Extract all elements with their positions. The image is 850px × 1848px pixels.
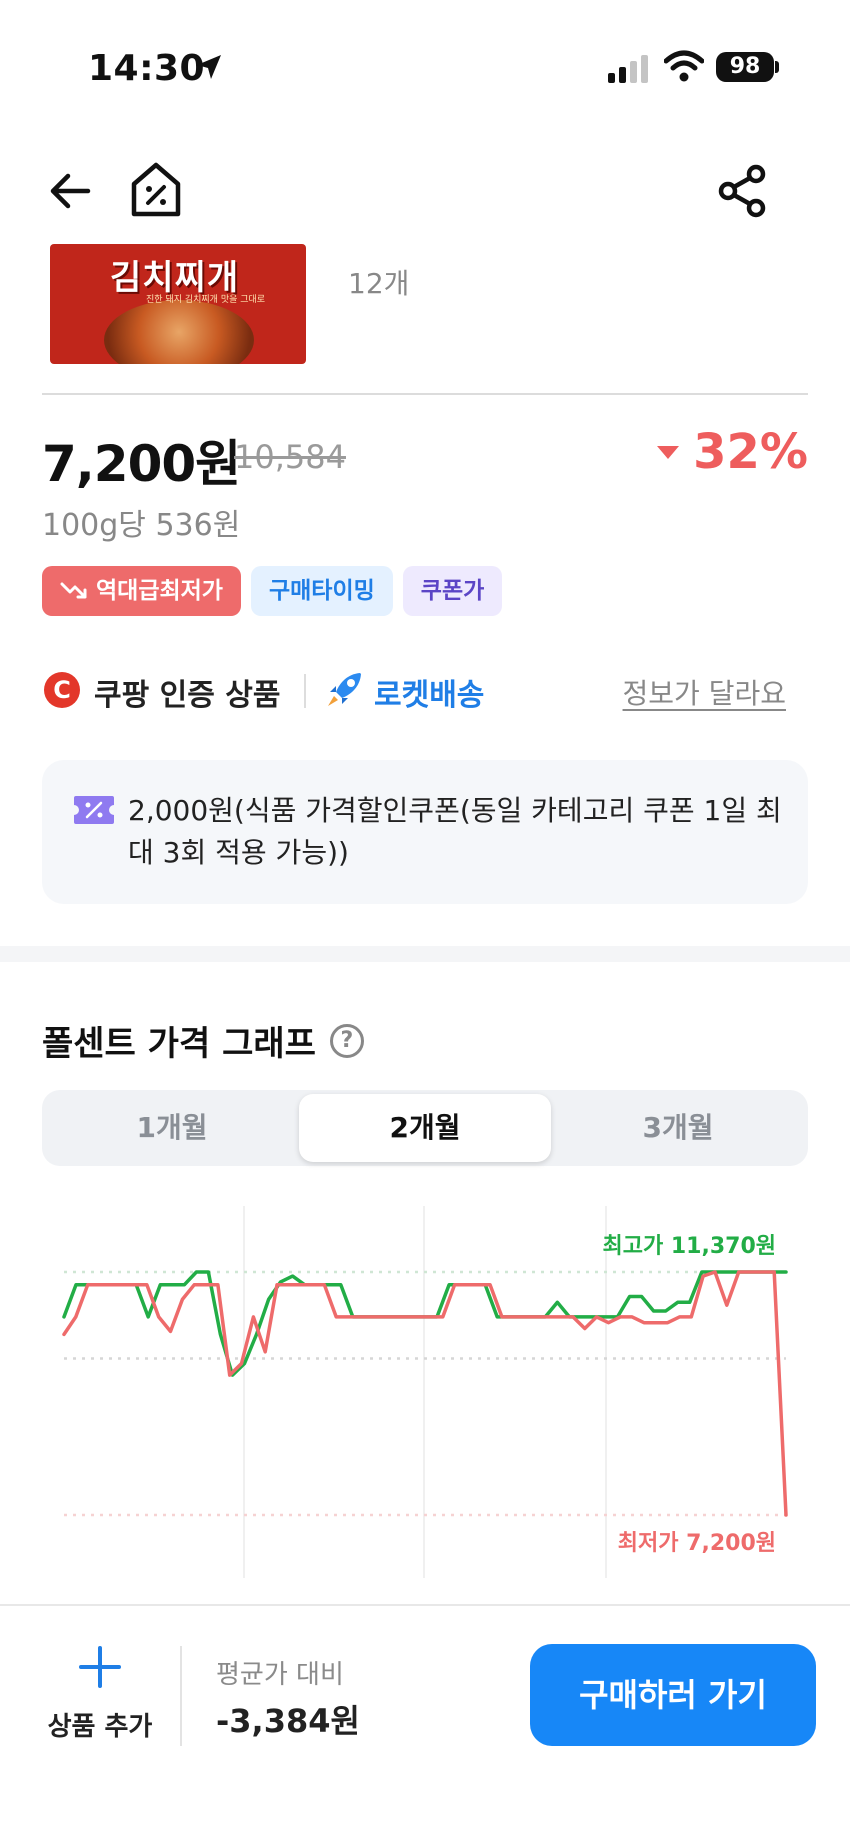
price-graph-title: 폴센트 가격 그래프 ?	[42, 1016, 364, 1065]
discount-rate: 32%	[657, 424, 808, 480]
back-arrow-icon[interactable]	[48, 168, 94, 214]
noodle-bowl-image	[104, 300, 254, 364]
tab-1-month[interactable]: 1개월	[46, 1094, 298, 1162]
battery-indicator: 98	[716, 52, 774, 82]
price-chart: 최고가 11,370원 최저가 7,200원	[0, 1200, 850, 1580]
top-navigation	[0, 150, 850, 234]
wifi-icon	[664, 50, 704, 82]
average-compare-value: -3,384원	[216, 1702, 360, 1740]
coupon-ticket-icon	[74, 796, 114, 824]
tag-coupon-price: 쿠폰가	[402, 566, 503, 616]
plus-icon	[79, 1646, 121, 1688]
share-icon[interactable]	[718, 164, 768, 218]
vertical-divider	[304, 674, 306, 708]
product-image[interactable]: 김치찌개 진한 돼지 김치찌개 맛을 그대로	[50, 244, 306, 364]
battery-cap	[775, 61, 779, 73]
status-bar: 14:30 98	[0, 0, 850, 140]
price-series-line-2	[62, 1270, 788, 1517]
help-icon[interactable]: ?	[329, 1023, 364, 1058]
bottom-action-bar: 상품 추가 평균가 대비 -3,384원 구매하러 가기	[0, 1604, 850, 1848]
status-time: 14:30	[88, 48, 206, 89]
product-image-subtitle: 진한 돼지 김치찌개 맛을 그대로	[146, 295, 266, 305]
vertical-divider	[180, 1646, 182, 1746]
add-product-label: 상품 추가	[47, 1712, 153, 1742]
graph-title-text: 폴센트 가격 그래프	[42, 1024, 316, 1064]
tag-label: 역대급최저가	[96, 578, 223, 604]
tag-lowest-price: 역대급최저가	[42, 566, 241, 616]
discount-percent: 32%	[693, 424, 808, 480]
rocket-delivery-label: 로켓배송	[374, 678, 485, 713]
coupon-description: 2,000원(식품 가격할인쿠폰(동일 카테고리 쿠폰 1일 최대 3회 적용 …	[128, 794, 782, 869]
verified-product-label: 쿠팡 인증 상품	[94, 678, 281, 713]
trend-down-icon	[60, 582, 87, 599]
divider	[42, 393, 808, 395]
original-price: 10,584	[234, 438, 346, 476]
cellular-signal-icon	[608, 55, 648, 83]
tag-label: 구매타이밍	[268, 578, 375, 604]
coupon-info-box: 2,000원(식품 가격할인쿠폰(동일 카테고리 쿠폰 1일 최대 3회 적용 …	[42, 760, 808, 904]
unit-price: 100g당 536원	[42, 508, 241, 543]
add-product-button[interactable]: 상품 추가	[30, 1646, 170, 1756]
coupang-logo-icon: C	[44, 672, 80, 708]
rocket-icon	[328, 673, 361, 706]
down-triangle-icon	[657, 445, 680, 459]
location-arrow-icon	[197, 55, 221, 79]
tab-3-months[interactable]: 3개월	[552, 1094, 804, 1162]
period-tab-group: 1개월 2개월 3개월	[42, 1090, 808, 1166]
home-sale-icon[interactable]	[128, 160, 184, 220]
tab-2-months[interactable]: 2개월	[299, 1094, 551, 1162]
max-price-label: 최고가 11,370원	[602, 1234, 776, 1259]
section-separator	[0, 946, 850, 962]
report-wrong-info-link[interactable]: 정보가 달라요	[623, 672, 786, 712]
tag-purchase-timing: 구매타이밍	[250, 566, 393, 616]
current-price: 7,200원	[42, 435, 241, 493]
seller-info-row: C 쿠팡 인증 상품 로켓배송 정보가 달라요	[42, 664, 808, 714]
average-compare-label: 평균가 대비	[216, 1660, 344, 1690]
product-quantity: 12개	[348, 267, 410, 300]
price-tags: 역대급최저가 구매타이밍 쿠폰가	[42, 566, 503, 616]
buy-button[interactable]: 구매하러 가기	[530, 1644, 816, 1746]
tag-label: 쿠폰가	[420, 578, 485, 604]
min-price-label: 최저가 7,200원	[617, 1531, 776, 1556]
